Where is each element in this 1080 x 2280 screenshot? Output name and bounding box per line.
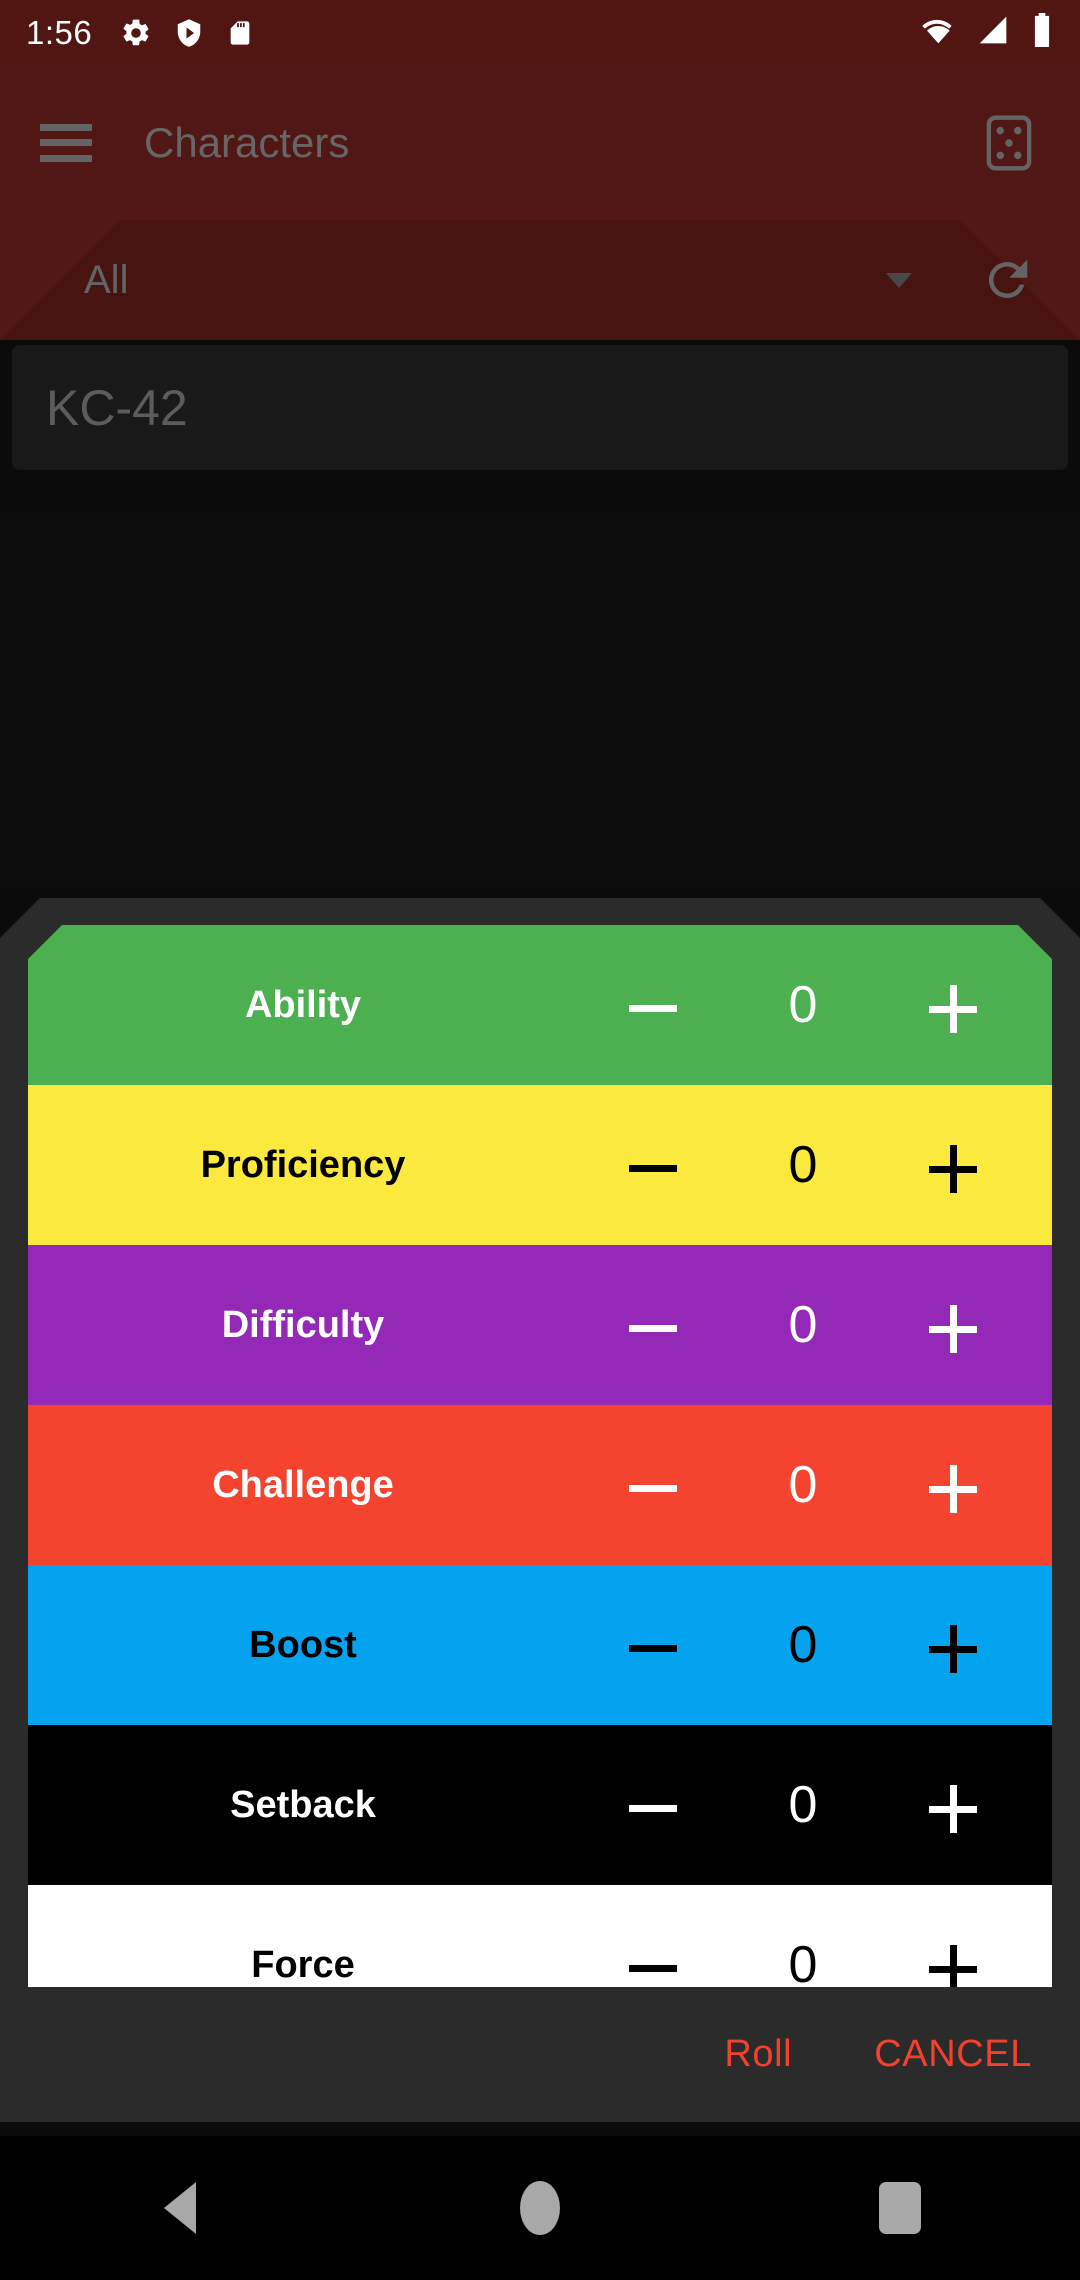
plus-icon <box>929 1624 977 1673</box>
die-row: Ability 0 <box>28 925 1052 1085</box>
minus-icon <box>629 1325 677 1333</box>
square-recents-icon <box>879 2182 921 2234</box>
dice-rows-scroll[interactable]: Ability 0 Proficiency 0 Difficulty 0 Challenge… <box>28 925 1052 1987</box>
increment-button[interactable] <box>878 1454 1028 1516</box>
die-row: Boost 0 <box>28 1565 1052 1725</box>
minus-icon <box>629 1965 677 1973</box>
circle-home-icon <box>520 2181 560 2235</box>
refresh-icon[interactable] <box>980 253 1034 307</box>
cellular-signal-icon <box>976 14 1010 51</box>
die-row: Force 0 <box>28 1885 1052 1987</box>
die-count-value: 0 <box>788 1456 818 1514</box>
minus-icon <box>629 1805 677 1813</box>
wifi-icon <box>918 14 956 51</box>
die-row: Proficiency 0 <box>28 1085 1052 1245</box>
minus-icon <box>629 1485 677 1493</box>
plus-icon <box>929 1784 977 1833</box>
dice-roll-dialog: Ability 0 Proficiency 0 Difficulty 0 Challenge… <box>0 898 1080 2122</box>
plus-icon <box>929 1304 977 1353</box>
increment-button[interactable] <box>878 1614 1028 1676</box>
play-protect-icon <box>174 17 204 49</box>
minus-icon <box>629 1005 677 1013</box>
nav-recents-button[interactable] <box>840 2148 960 2268</box>
roll-button[interactable]: Roll <box>724 2033 792 2076</box>
die-label: Setback <box>230 1783 376 1826</box>
increment-button[interactable] <box>878 1134 1028 1196</box>
die-count-value: 0 <box>788 1616 818 1674</box>
status-bar-right-icons <box>918 13 1054 52</box>
decrement-button[interactable] <box>578 1774 728 1836</box>
die-count-value: 0 <box>788 1136 818 1194</box>
gear-icon <box>120 17 152 49</box>
decrement-button[interactable] <box>578 974 728 1036</box>
minus-icon <box>629 1645 677 1653</box>
nav-home-button[interactable] <box>480 2148 600 2268</box>
increment-button[interactable] <box>878 1934 1028 1987</box>
die-label: Boost <box>249 1623 357 1666</box>
status-bar: 1:56 <box>0 0 1080 65</box>
nav-back-button[interactable] <box>120 2148 240 2268</box>
android-navigation-bar <box>0 2136 1080 2280</box>
decrement-button[interactable] <box>578 1934 728 1987</box>
die-count-value: 0 <box>788 1776 818 1834</box>
die-label: Proficiency <box>200 1143 406 1186</box>
decrement-button[interactable] <box>578 1454 728 1516</box>
die-count-value: 0 <box>788 1296 818 1354</box>
phone-screen: 1:56 Characters All KC-42 Ability 0 Prof… <box>0 0 1080 2280</box>
triangle-back-icon <box>164 2182 196 2234</box>
die-count-value: 0 <box>788 1936 818 1987</box>
die-row: Setback 0 <box>28 1725 1052 1885</box>
status-clock: 1:56 <box>26 13 93 51</box>
filter-spinner[interactable]: All <box>84 258 128 303</box>
hamburger-line <box>40 139 92 146</box>
hamburger-line <box>40 154 92 162</box>
decrement-button[interactable] <box>578 1294 728 1356</box>
die-row: Challenge 0 <box>28 1405 1052 1565</box>
die-label: Ability <box>244 983 362 1026</box>
die-label: Difficulty <box>221 1303 385 1346</box>
chevron-down-icon[interactable] <box>886 272 912 288</box>
character-card[interactable]: KC-42 <box>12 345 1068 470</box>
die-label: Challenge <box>212 1463 394 1506</box>
hamburger-line <box>40 123 92 131</box>
increment-button[interactable] <box>878 1774 1028 1836</box>
filter-bar: All <box>0 220 1080 340</box>
minus-icon <box>629 1165 677 1173</box>
dialog-action-bar: Roll CANCEL <box>0 1987 1080 2122</box>
die-count-value: 0 <box>788 976 818 1034</box>
increment-button[interactable] <box>878 974 1028 1036</box>
plus-icon <box>929 1944 977 1987</box>
hamburger-menu-icon[interactable] <box>40 123 92 162</box>
app-bar: Characters <box>0 65 1080 220</box>
cancel-button[interactable]: CANCEL <box>874 2033 1032 2076</box>
dice-icon[interactable] <box>978 112 1040 174</box>
character-name: KC-42 <box>46 379 188 436</box>
die-row: Difficulty 0 <box>28 1245 1052 1405</box>
plus-icon <box>929 1464 977 1513</box>
decrement-button[interactable] <box>578 1614 728 1676</box>
increment-button[interactable] <box>878 1294 1028 1356</box>
decrement-button[interactable] <box>578 1134 728 1196</box>
die-label: Force <box>251 1943 355 1986</box>
page-title: Characters <box>144 118 350 166</box>
sd-card-icon <box>226 17 254 49</box>
plus-icon <box>929 984 977 1033</box>
battery-icon <box>1030 13 1054 52</box>
plus-icon <box>929 1144 977 1193</box>
